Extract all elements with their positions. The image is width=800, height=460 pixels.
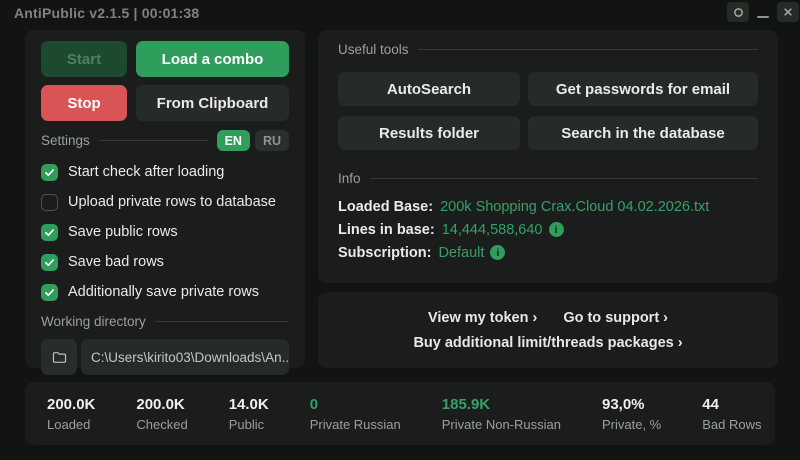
checkbox-label: Upload private rows to database xyxy=(68,194,276,210)
stat-label: Private, % xyxy=(601,416,662,432)
checkbox-row-save-private[interactable]: Additionally save private rows xyxy=(41,283,289,301)
loaded-base-row: Loaded Base: 200k Shopping Crax.Cloud 04… xyxy=(338,195,758,218)
checkbox[interactable] xyxy=(41,283,58,301)
lines-in-base-row: Lines in base: 14,444,588,640 xyxy=(338,218,758,241)
stat-public: 14.0K Public xyxy=(229,396,269,432)
info-header: Info xyxy=(338,171,758,186)
tools-info-panel: Useful tools AutoSearch Get passwords fo… xyxy=(318,30,778,283)
checkbox-row-save-bad[interactable]: Save bad rows xyxy=(41,253,289,271)
checkbox-label: Additionally save private rows xyxy=(68,284,260,300)
stat-value: 44 xyxy=(702,395,719,413)
autosearch-button[interactable]: AutoSearch xyxy=(338,72,520,106)
useful-tools-header: Useful tools xyxy=(338,42,758,57)
stat-checked: 200.0K Checked xyxy=(136,396,187,432)
from-clipboard-button[interactable]: From Clipboard xyxy=(136,85,289,121)
divider xyxy=(369,178,758,179)
working-directory-header: Working directory xyxy=(41,314,289,329)
divider xyxy=(98,140,208,141)
subscription-value: Default xyxy=(438,244,485,261)
loaded-base-value: 200k Shopping Crax.Cloud 04.02.2026.txt xyxy=(440,198,710,215)
lines-in-base-value: 14,444,588,640 xyxy=(441,221,543,238)
stat-value: 200.0K xyxy=(47,395,96,413)
info-icon[interactable] xyxy=(548,222,564,237)
language-ru-button[interactable]: RU xyxy=(254,130,289,151)
stat-value: 200.0K xyxy=(136,395,185,413)
start-button[interactable]: Start xyxy=(41,41,127,77)
stat-private-percent: 93,0% Private, % xyxy=(602,396,661,432)
stat-label: Loaded xyxy=(47,416,91,432)
checkbox-label: Start check after loading xyxy=(68,164,225,180)
working-directory-row: C:\Users\kirito03\Downloads\An... xyxy=(41,339,289,375)
divider xyxy=(154,321,289,322)
links-panel: View my token › Go to support › Buy addi… xyxy=(318,292,778,368)
control-panel: Start Load a combo Stop From Clipboard S… xyxy=(25,30,305,375)
useful-tools-grid: AutoSearch Get passwords for email Resul… xyxy=(338,72,758,150)
checkbox-label: Save public rows xyxy=(68,224,178,240)
stat-label: Private Russian xyxy=(309,416,401,432)
stat-label: Private Non-Russian xyxy=(441,416,561,432)
close-icon[interactable] xyxy=(777,2,799,22)
folder-icon[interactable] xyxy=(41,339,77,375)
window-title: AntiPublic v2.1.5 | 00:01:38 xyxy=(14,5,200,21)
language-en-button[interactable]: EN xyxy=(216,130,250,151)
stats-bar: 200.0K Loaded 200.0K Checked 14.0K Publi… xyxy=(25,382,775,445)
lines-in-base-label: Lines in base: xyxy=(338,221,435,238)
working-directory-label: Working directory xyxy=(41,314,146,329)
stat-private-non-russian: 185.9K Private Non-Russian xyxy=(442,396,561,432)
stop-button[interactable]: Stop xyxy=(41,85,127,121)
title-bar: AntiPublic v2.1.5 | 00:01:38 xyxy=(0,0,800,26)
loaded-base-label: Loaded Base: xyxy=(338,198,434,215)
stat-loaded: 200.0K Loaded xyxy=(47,396,95,432)
search-database-button[interactable]: Search in the database xyxy=(528,116,758,150)
stat-label: Public xyxy=(228,416,265,432)
stat-value: 93,0% xyxy=(601,395,645,413)
checkbox-row-upload-private[interactable]: Upload private rows to database xyxy=(41,193,289,211)
stat-bad-rows: 44 Bad Rows xyxy=(702,396,761,432)
settings-label: Settings xyxy=(41,133,90,148)
action-buttons: Start Load a combo Stop From Clipboard xyxy=(41,41,289,121)
stat-label: Bad Rows xyxy=(702,416,762,432)
checkbox[interactable] xyxy=(41,163,58,181)
links-row-top: View my token › Go to support › xyxy=(428,310,668,326)
links-row-bottom: Buy additional limit/threads packages › xyxy=(413,335,682,351)
stat-value: 185.9K xyxy=(441,395,491,413)
checkbox[interactable] xyxy=(41,253,58,271)
view-token-link[interactable]: View my token › xyxy=(428,310,537,326)
window-controls xyxy=(727,2,799,22)
stat-private-russian: 0 Private Russian xyxy=(310,396,401,432)
useful-tools-label: Useful tools xyxy=(338,42,409,57)
info-label: Info xyxy=(338,171,361,186)
checkbox[interactable] xyxy=(41,223,58,241)
load-combo-button[interactable]: Load a combo xyxy=(136,41,289,77)
checkbox-label: Save bad rows xyxy=(68,254,164,270)
support-link[interactable]: Go to support › xyxy=(563,310,668,326)
checkbox-row-save-public[interactable]: Save public rows xyxy=(41,223,289,241)
info-icon[interactable] xyxy=(490,245,506,260)
checkbox-row-start-check[interactable]: Start check after loading xyxy=(41,163,289,181)
buy-packages-link[interactable]: Buy additional limit/threads packages › xyxy=(413,335,682,351)
divider xyxy=(417,49,758,50)
info-rows: Loaded Base: 200k Shopping Crax.Cloud 04… xyxy=(338,195,758,264)
get-passwords-button[interactable]: Get passwords for email xyxy=(528,72,758,106)
stat-value: 0 xyxy=(309,395,319,413)
subscription-row: Subscription: Default xyxy=(338,241,758,264)
settings-header: Settings EN RU xyxy=(41,130,289,151)
subscription-label: Subscription: xyxy=(338,244,432,261)
checkbox[interactable] xyxy=(41,193,58,211)
circle-icon[interactable] xyxy=(727,2,749,22)
stat-value: 14.0K xyxy=(228,395,269,413)
app-window: AntiPublic v2.1.5 | 00:01:38 Start Load … xyxy=(0,0,800,460)
results-folder-button[interactable]: Results folder xyxy=(338,116,520,150)
minimize-icon[interactable] xyxy=(755,2,771,22)
working-directory-path[interactable]: C:\Users\kirito03\Downloads\An... xyxy=(81,339,289,375)
stat-label: Checked xyxy=(136,416,188,432)
